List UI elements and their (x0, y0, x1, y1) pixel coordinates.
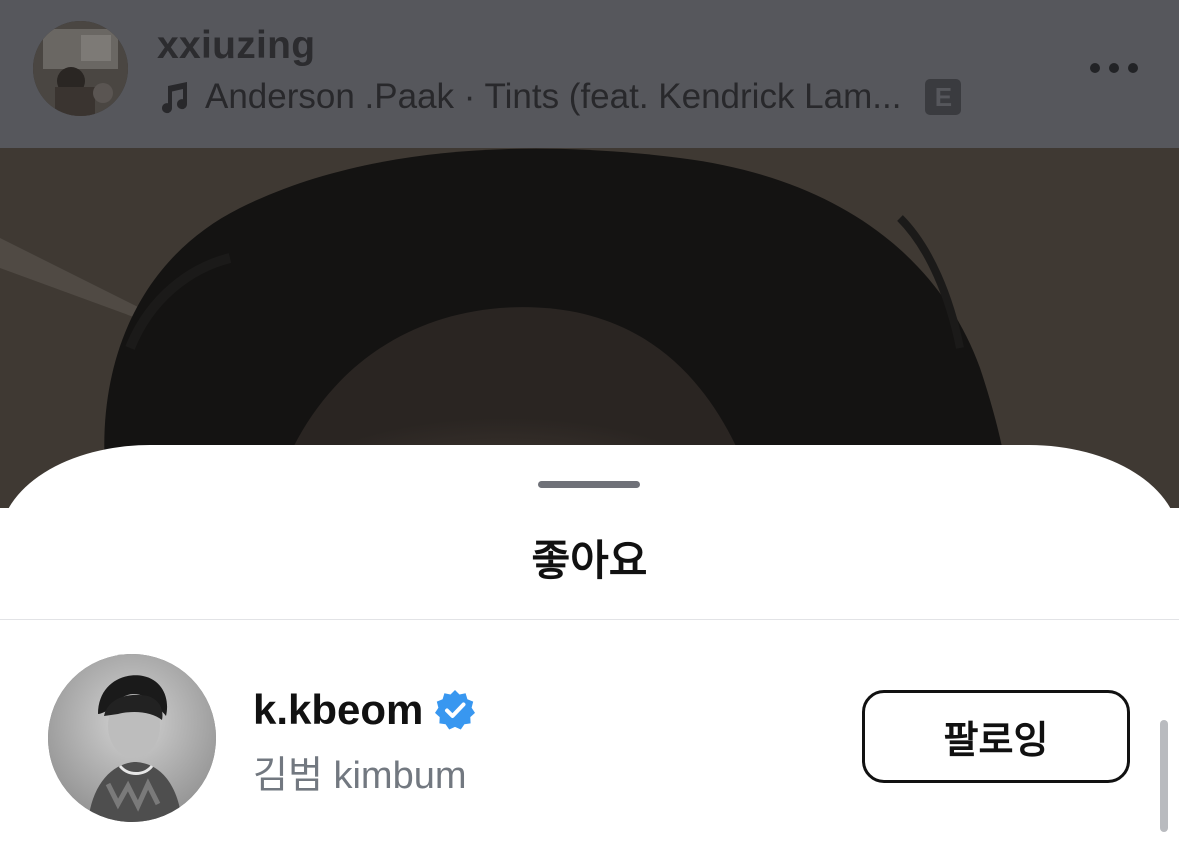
music-note-icon (162, 82, 188, 114)
liker-avatar[interactable] (48, 654, 216, 822)
sheet-grabber[interactable] (538, 481, 640, 488)
liker-avatar-image (48, 654, 216, 822)
music-attribution[interactable]: Anderson .Paak · Tints (feat. Kendrick L… (157, 76, 962, 118)
liker-row[interactable]: k.kbeom 김범 kimbum 팔로잉 (0, 620, 1179, 843)
liker-handle[interactable]: k.kbeom (253, 686, 423, 734)
sheet-title: 좋아요 (531, 537, 648, 584)
poster-avatar[interactable] (33, 21, 128, 116)
more-dot (1090, 63, 1100, 73)
poster-avatar-image (33, 21, 128, 116)
likes-sheet: 좋아요 k.kbeom 김범 kimbum 팔로잉 (0, 445, 1179, 843)
music-track-text: Anderson .Paak · Tints (feat. Kendrick L… (205, 77, 902, 116)
following-button[interactable]: 팔로잉 (862, 690, 1130, 783)
more-dot (1109, 63, 1119, 73)
more-dots-icon[interactable] (1084, 52, 1144, 84)
more-dot (1128, 63, 1138, 73)
explicit-badge: E (925, 79, 962, 115)
poster-username[interactable]: xxiuzing (157, 24, 315, 68)
scrollbar-thumb[interactable] (1160, 720, 1168, 832)
post-header: xxiuzing Anderson .Paak · Tints (feat. K… (0, 0, 1179, 148)
liker-handle-line: k.kbeom (253, 684, 477, 736)
verified-badge-icon (435, 690, 476, 730)
liker-full-name: 김범 kimbum (253, 755, 467, 797)
